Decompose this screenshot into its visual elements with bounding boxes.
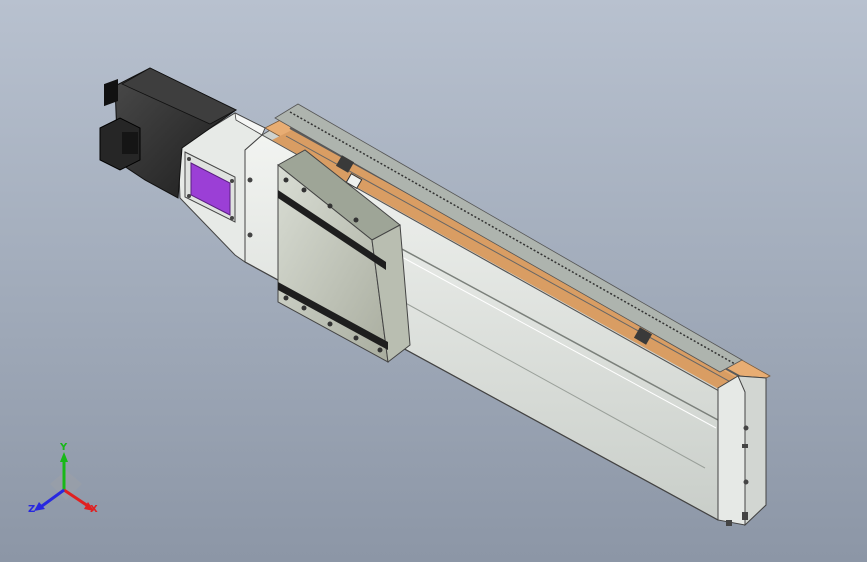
orientation-triad[interactable]: Y X Z xyxy=(28,442,102,520)
x-axis-label: X xyxy=(90,504,98,515)
end-cap xyxy=(717,375,767,527)
linear-actuator-model[interactable] xyxy=(0,0,867,562)
z-axis-label: Z xyxy=(28,504,36,515)
cad-viewport[interactable]: Y X Z xyxy=(0,0,867,562)
y-axis-label: Y xyxy=(60,442,68,453)
